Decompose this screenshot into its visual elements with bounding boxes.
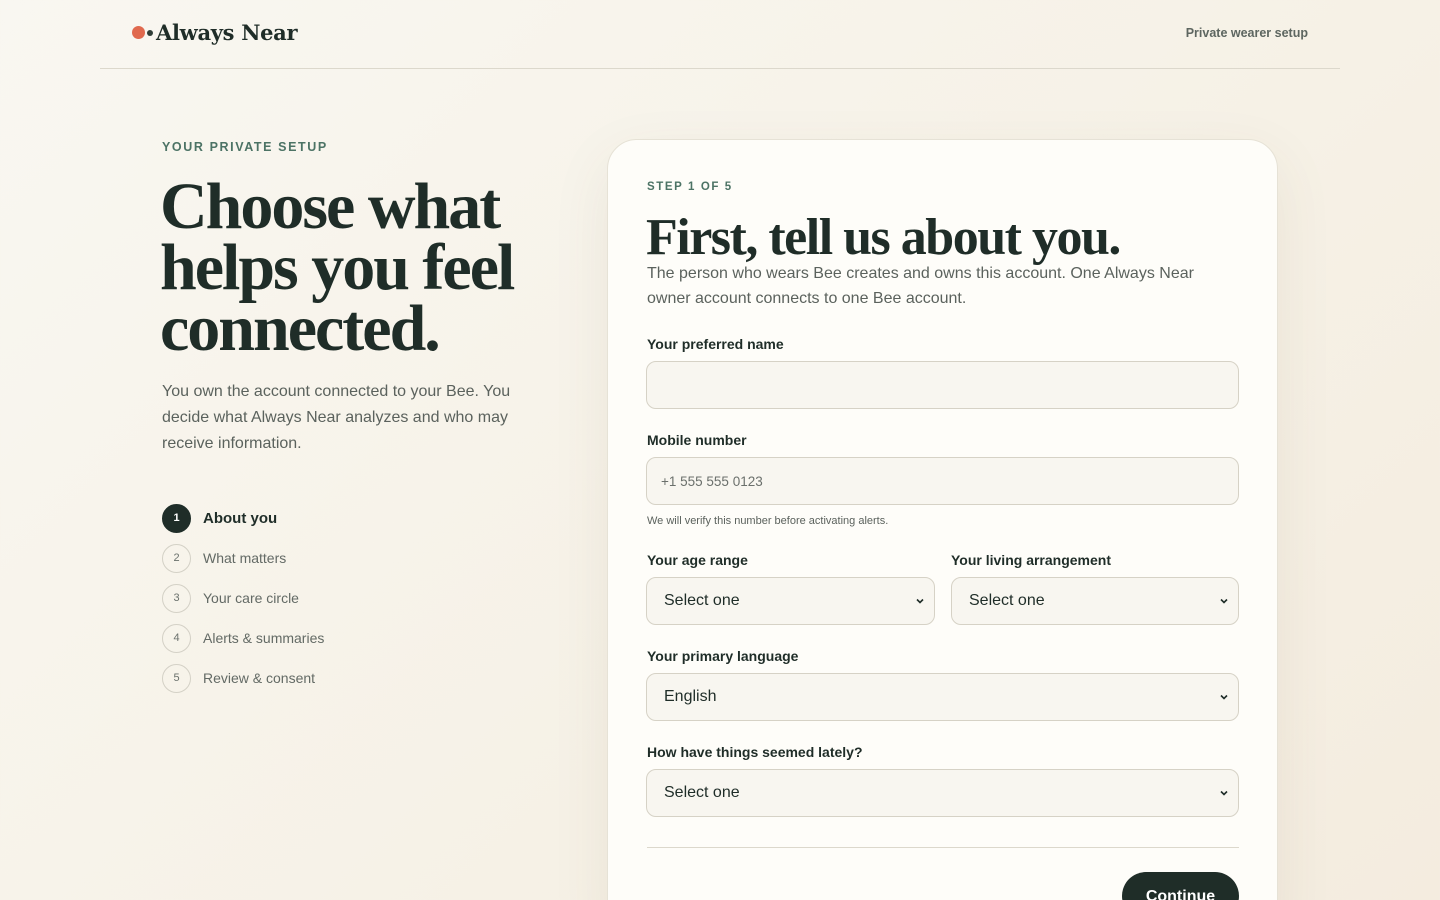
setup-steps-list: 1 About you 2 What matters 3 Your care c… xyxy=(162,498,324,698)
setup-form-card: STEP 1 OF 5 First, tell us about you. Th… xyxy=(607,139,1278,900)
intro-headline: Choose what helps you feel connected. xyxy=(160,170,515,365)
primary-language-select[interactable]: English xyxy=(646,673,1239,721)
intro-eyebrow: YOUR PRIVATE SETUP xyxy=(162,140,328,154)
form-title: First, tell us about you. xyxy=(646,209,1121,266)
lately-label: How have things seemed lately? xyxy=(647,744,863,760)
step-care-circle[interactable]: 3 Your care circle xyxy=(162,578,324,618)
step-label: Review & consent xyxy=(203,670,316,686)
step-review-consent[interactable]: 5 Review & consent xyxy=(162,658,324,698)
mobile-number-input[interactable] xyxy=(646,457,1239,505)
chevron-down-icon xyxy=(916,598,924,604)
chevron-down-icon xyxy=(1220,694,1228,700)
step-number: 1 xyxy=(162,503,191,533)
step-number: 2 xyxy=(162,543,191,573)
age-range-value: Select one xyxy=(664,592,740,609)
living-arrangement-value: Select one xyxy=(969,592,1045,609)
step-number: 4 xyxy=(162,623,191,653)
intro-lead: You own the account connected to your Be… xyxy=(162,383,511,452)
step-label: About you xyxy=(203,509,278,527)
age-range-label: Your age range xyxy=(647,552,748,568)
primary-language-value: English xyxy=(664,688,717,705)
mobile-number-label: Mobile number xyxy=(647,432,747,448)
living-arrangement-select[interactable]: Select one xyxy=(951,577,1239,625)
living-arrangement-label: Your living arrangement xyxy=(951,552,1111,568)
brand-logo[interactable]: Always Near xyxy=(132,20,298,45)
mobile-number-helper: We will verify this number before activa… xyxy=(647,515,889,527)
logo-dot-small-icon xyxy=(147,29,153,36)
chevron-down-icon xyxy=(1220,790,1228,796)
step-alerts-summaries[interactable]: 4 Alerts & summaries xyxy=(162,618,324,658)
step-label: Alerts & summaries xyxy=(203,630,325,646)
top-bar: Always Near Private wearer setup xyxy=(100,0,1340,69)
preferred-name-label: Your preferred name xyxy=(647,336,784,352)
chevron-down-icon xyxy=(1220,598,1228,604)
step-label: What matters xyxy=(203,550,287,566)
step-number: 5 xyxy=(162,663,191,693)
preferred-name-input[interactable] xyxy=(646,361,1239,409)
lately-select[interactable]: Select one xyxy=(646,769,1239,817)
step-about-you[interactable]: 1 About you xyxy=(162,498,324,538)
step-label: Your care circle xyxy=(203,590,299,606)
form-description: The person who wears Bee creates and own… xyxy=(647,265,1194,307)
form-divider xyxy=(647,847,1239,848)
primary-language-label: Your primary language xyxy=(647,648,799,664)
brand-name: Always Near xyxy=(156,20,298,45)
age-range-select[interactable]: Select one xyxy=(646,577,935,625)
continue-button[interactable]: Continue xyxy=(1122,872,1239,900)
private-wearer-setup-label: Private wearer setup xyxy=(1185,26,1308,40)
lately-value: Select one xyxy=(664,784,740,801)
step-indicator: STEP 1 OF 5 xyxy=(647,181,733,193)
step-number: 3 xyxy=(162,583,191,613)
step-what-matters[interactable]: 2 What matters xyxy=(162,538,324,578)
logo-dot-icon xyxy=(132,26,145,39)
